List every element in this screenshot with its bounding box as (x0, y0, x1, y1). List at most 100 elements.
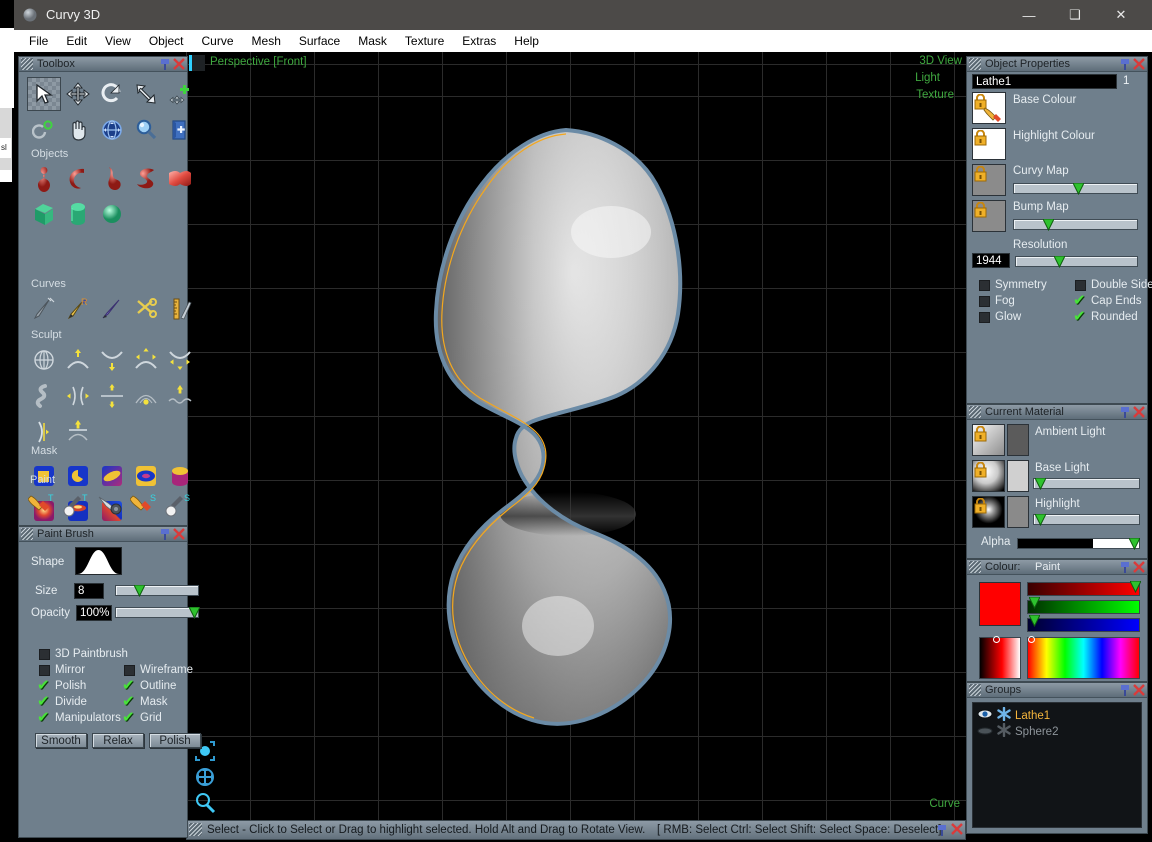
menu-extras[interactable]: Extras (453, 32, 505, 50)
bump-map-swatch[interactable] (972, 200, 1006, 232)
brush-size-slider[interactable] (115, 584, 199, 598)
menu-surface[interactable]: Surface (290, 32, 349, 50)
blue-channel-slider[interactable] (1027, 614, 1140, 632)
close-button[interactable]: ✕ (1098, 0, 1144, 30)
cloth-object-tool[interactable] (163, 162, 197, 196)
deflate-tool[interactable] (95, 343, 129, 377)
checkbox-mirror[interactable]: Mirror (39, 664, 85, 676)
group-item-sphere2[interactable]: Sphere2 (977, 722, 1058, 740)
select-arrow-tool[interactable] (27, 77, 61, 111)
group-star-icon[interactable] (997, 706, 1011, 724)
curvy-map-swatch[interactable] (972, 164, 1006, 196)
smudge-texture-tool[interactable]: T (60, 488, 94, 522)
checkbox-manipulators[interactable]: Manipulators (37, 708, 121, 726)
highlight-lock-icon[interactable] (974, 497, 987, 514)
toolbox-pin-icon[interactable] (159, 58, 171, 71)
menu-help[interactable]: Help (505, 32, 548, 50)
checkbox-double-sided-box[interactable] (1075, 279, 1086, 291)
draw-curve-tool[interactable] (27, 292, 61, 326)
viewport-mode-texture[interactable]: Texture (916, 89, 954, 101)
green-channel-slider[interactable] (1027, 596, 1140, 614)
groups-list[interactable]: Lathe1 Sphere2 (972, 702, 1142, 828)
checkbox-3d-paintbrush[interactable]: 3D Paintbrush (39, 648, 128, 660)
alpha-slider[interactable] (1017, 537, 1141, 551)
checkbox-double-sided[interactable]: Double Sided (1075, 279, 1152, 291)
pinch-tool[interactable] (61, 379, 95, 413)
scale-tool[interactable] (129, 77, 163, 111)
viewport-curve-label[interactable]: Curve (929, 798, 960, 810)
hue-picker[interactable] (1027, 636, 1140, 679)
curvy-map-lock-icon[interactable] (974, 165, 987, 182)
checkbox-symmetry-box[interactable] (979, 279, 990, 291)
bell-curve-brush-shape[interactable] (75, 547, 122, 575)
polish-button[interactable]: Polish (149, 733, 201, 748)
checkbox-cap-ends-box[interactable] (1073, 291, 1086, 309)
checkbox-polish[interactable]: Polish (37, 676, 86, 694)
resolution-slider[interactable] (1015, 255, 1138, 269)
checkbox-grid[interactable]: Grid (122, 708, 162, 726)
checkbox-rounded[interactable]: Rounded (1073, 307, 1138, 325)
flatten-tool[interactable] (95, 379, 129, 413)
erase-tool[interactable] (94, 488, 128, 522)
current-colour-swatch[interactable] (979, 582, 1021, 626)
checkbox-3d-paintbrush-box[interactable] (39, 648, 50, 660)
smudge-sculpt-tool[interactable]: S (162, 488, 196, 522)
checkbox-grid-box[interactable] (122, 708, 135, 726)
checkbox-manipulators-box[interactable] (37, 708, 50, 726)
checkbox-mask-box[interactable] (122, 692, 135, 710)
viewport-mode-3dview[interactable]: 3D View (919, 55, 962, 67)
expand-tool[interactable] (129, 343, 163, 377)
smooth-dome-tool[interactable] (129, 379, 163, 413)
curvy-map-slider[interactable] (1013, 182, 1138, 196)
status-pin-icon[interactable] (936, 824, 948, 837)
cylinder-primitive-tool[interactable] (61, 197, 95, 231)
checkbox-divide[interactable]: Divide (37, 692, 87, 710)
bump-map-slider[interactable] (1013, 218, 1138, 232)
group-item-lathe1[interactable]: Lathe1 (977, 706, 1050, 724)
highlight-swatch[interactable] (1007, 496, 1029, 528)
curl-object-tool[interactable] (61, 162, 95, 196)
object-properties-close-icon[interactable] (1133, 58, 1145, 71)
menu-texture[interactable]: Texture (396, 32, 453, 50)
checkbox-glow[interactable]: Glow (979, 311, 1021, 323)
move-tool[interactable] (61, 77, 95, 111)
checkbox-mask[interactable]: Mask (122, 692, 167, 710)
groups-pin-icon[interactable] (1119, 684, 1131, 697)
checkbox-symmetry[interactable]: Symmetry (979, 279, 1047, 291)
menu-file[interactable]: File (20, 32, 57, 50)
menu-edit[interactable]: Edit (57, 32, 96, 50)
cube-primitive-tool[interactable] (27, 197, 61, 231)
checkbox-fog-box[interactable] (979, 295, 990, 307)
brush-size-input[interactable]: 8 (74, 583, 104, 599)
object-properties-pin-icon[interactable] (1119, 58, 1131, 71)
status-close-icon[interactable] (951, 823, 963, 836)
base-colour-swatch[interactable] (972, 92, 1006, 124)
viewport-corner-marker[interactable] (189, 55, 205, 71)
ambient-light-preview[interactable] (972, 424, 1005, 456)
checkbox-wireframe[interactable]: Wireframe (124, 664, 193, 676)
crease-tool[interactable] (27, 415, 61, 449)
paint-texture-brush-tool[interactable]: T (26, 488, 60, 522)
base-light-swatch[interactable] (1007, 460, 1029, 492)
revise-curve-tool[interactable]: R (61, 292, 95, 326)
rotate-tool[interactable] (95, 77, 129, 111)
colour-panel-pin-icon[interactable] (1119, 561, 1131, 574)
menu-mesh[interactable]: Mesh (243, 32, 290, 50)
menu-object[interactable]: Object (140, 32, 193, 50)
paint-sculpt-brush-tool[interactable]: S (128, 488, 162, 522)
menu-curve[interactable]: Curve (193, 32, 243, 50)
highlight-preview[interactable] (972, 496, 1005, 528)
highlight-colour-swatch[interactable] (972, 128, 1006, 160)
bump-map-lock-icon[interactable] (974, 201, 987, 218)
view-page-tool[interactable] (163, 113, 197, 147)
pan-hand-tool[interactable] (61, 113, 95, 147)
base-light-preview[interactable] (972, 460, 1005, 492)
paint-brush-close-icon[interactable] (173, 528, 185, 541)
minimize-button[interactable]: — (1006, 0, 1052, 30)
base-light-slider[interactable] (1033, 477, 1140, 491)
current-material-pin-icon[interactable] (1119, 406, 1131, 419)
zoom-magnifier-tool[interactable] (129, 113, 163, 147)
contract-tool[interactable] (163, 343, 197, 377)
checkbox-glow-box[interactable] (979, 311, 990, 323)
inflate-tool[interactable] (61, 343, 95, 377)
